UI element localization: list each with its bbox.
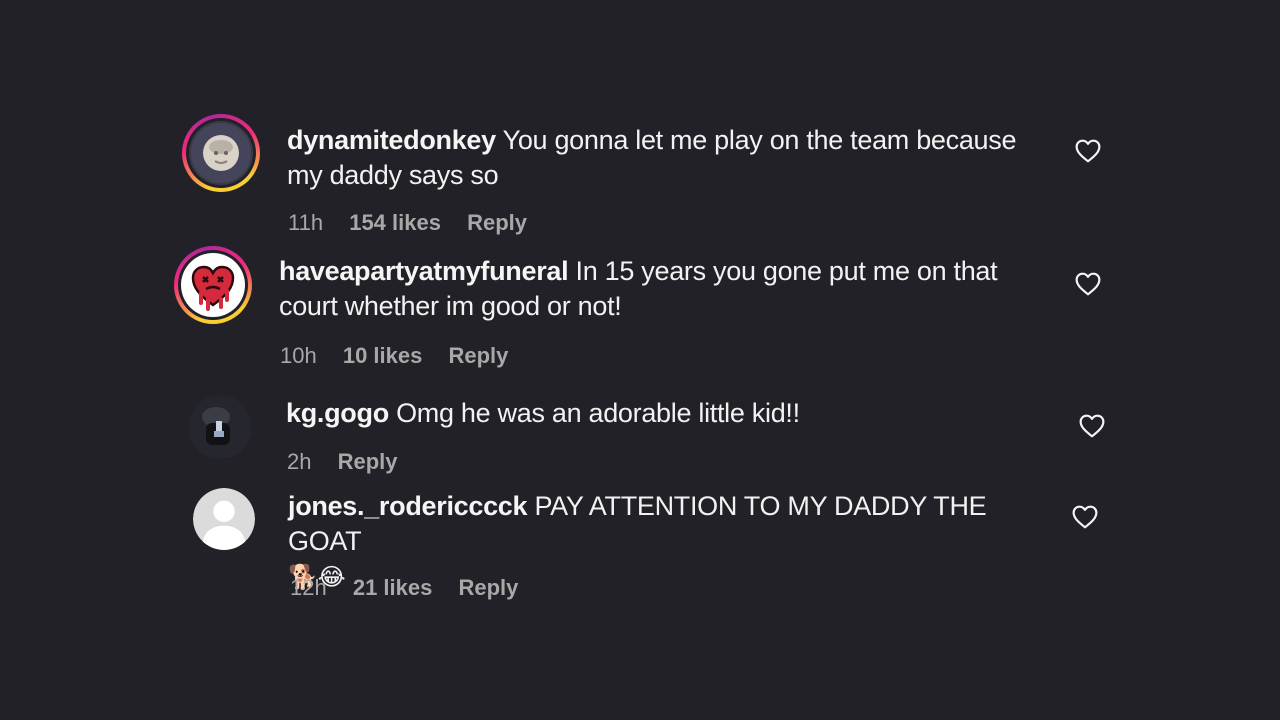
comment-username[interactable]: jones._rodericccck [288,491,528,521]
comment-time: 11h [288,210,324,235]
avatar[interactable] [193,488,255,550]
melting-heart-icon [181,253,245,317]
avatar-image [188,395,252,459]
comment-username[interactable]: haveapartyatmyfuneral [279,256,569,286]
comment-body: dynamitedonkey You gonna let me play on … [287,123,1047,193]
comment-time: 2h [287,449,312,474]
comment-likes[interactable]: 10 likes [343,343,423,368]
reply-button[interactable]: Reply [338,449,398,474]
avatar-ring [178,250,248,320]
reply-button[interactable]: Reply [467,210,527,235]
comment-meta: 12h 21 likes Reply [290,574,538,602]
default-user-icon [193,488,255,550]
comment-likes[interactable]: 21 likes [353,575,433,600]
comments-list: dynamitedonkey You gonna let me play on … [0,0,1280,720]
comment-body: haveapartyatmyfuneral In 15 years you go… [279,254,1049,324]
comment-time: 12h [290,575,327,600]
comment-username[interactable]: dynamitedonkey [287,125,496,155]
comment-time: 10h [280,343,317,368]
comment-text: Omg he was an adorable little kid!! [396,398,800,428]
reply-button[interactable]: Reply [448,343,508,368]
avatar[interactable] [188,395,252,459]
heart-icon[interactable] [1075,139,1101,163]
reply-button[interactable]: Reply [458,575,518,600]
story-avatar[interactable] [174,246,252,324]
comment-meta: 2h Reply [287,448,418,476]
story-avatar[interactable] [182,114,260,192]
comment-username[interactable]: kg.gogo [286,398,389,428]
heart-icon[interactable] [1075,272,1101,296]
heart-icon[interactable] [1072,505,1098,529]
avatar-ring [186,118,256,188]
comment-meta: 11h 154 likes Reply [288,209,547,237]
comment-body: kg.gogo Omg he was an adorable little ki… [286,396,1046,431]
comment-meta: 10h 10 likes Reply [280,342,528,370]
heart-icon[interactable] [1079,414,1105,438]
avatar [189,121,253,185]
comment-likes[interactable]: 154 likes [349,210,441,235]
